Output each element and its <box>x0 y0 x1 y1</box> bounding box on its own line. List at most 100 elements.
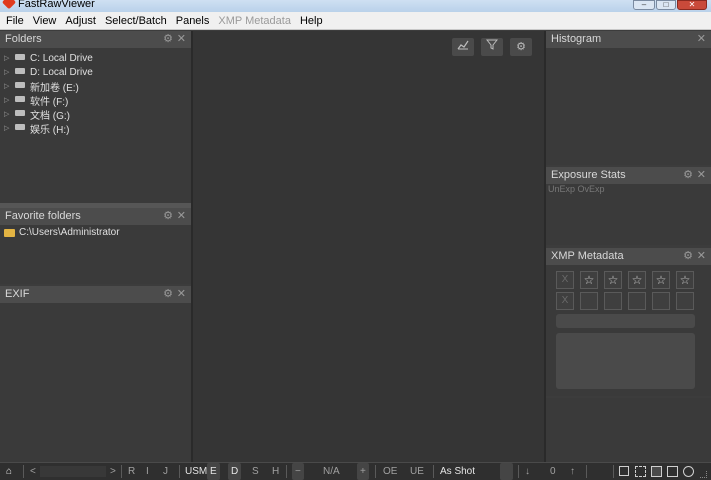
title-field[interactable] <box>556 314 695 328</box>
exposure-plus-button[interactable]: + <box>357 463 369 480</box>
star-icon[interactable]: ☆ <box>604 271 622 289</box>
h-toggle[interactable]: H <box>272 463 279 480</box>
tree-item-label: 文档 (G:) <box>30 110 70 122</box>
drive-icon <box>15 68 25 74</box>
tree-item[interactable]: ▷ C: Local Drive <box>4 51 93 65</box>
left-splitter[interactable] <box>191 31 193 462</box>
menu-help[interactable]: Help <box>300 15 323 27</box>
close-icon[interactable]: ✕ <box>177 286 186 303</box>
minimize-button[interactable]: – <box>633 0 655 10</box>
open-folder-icon[interactable]: ⌂ <box>6 463 12 480</box>
maximize-button[interactable]: □ <box>656 0 676 10</box>
e-toggle[interactable]: E <box>207 463 220 480</box>
tree-item-label: D: Local Drive <box>30 66 93 78</box>
expand-arrow-icon[interactable]: ▷ <box>4 110 15 118</box>
menu-adjust[interactable]: Adjust <box>65 15 96 27</box>
star-icon[interactable]: ☆ <box>676 271 694 289</box>
expand-arrow-icon[interactable]: ▷ <box>4 124 15 132</box>
star-icon[interactable]: ☆ <box>628 271 646 289</box>
favorites-title: Favorite folders <box>5 210 81 222</box>
color-label-box[interactable] <box>676 292 694 310</box>
gear-icon[interactable]: ⚙ <box>683 248 693 265</box>
tree-item[interactable]: ▷ 文档 (G:) <box>4 107 93 122</box>
clear-label-button[interactable]: X <box>556 292 574 310</box>
close-icon[interactable]: ✕ <box>177 208 186 225</box>
drive-icon <box>15 96 25 102</box>
menu-panels[interactable]: Panels <box>176 15 210 27</box>
tree-item[interactable]: ▷ 新加卷 (E:) <box>4 79 93 94</box>
i-button[interactable]: I <box>146 463 149 480</box>
close-button[interactable]: ✕ <box>677 0 707 10</box>
separator <box>121 465 122 478</box>
oe-toggle[interactable]: OE <box>383 463 397 480</box>
favorites-header: Favorite folders ⚙ ✕ <box>0 208 191 225</box>
menu-file[interactable]: File <box>6 15 24 27</box>
close-icon[interactable]: ✕ <box>697 31 706 48</box>
compare-icon[interactable] <box>667 466 678 477</box>
gear-icon[interactable]: ⚙ <box>163 286 173 303</box>
expand-arrow-icon[interactable]: ▷ <box>4 96 15 104</box>
color-label-box[interactable] <box>580 292 598 310</box>
separator <box>23 465 24 478</box>
reject-button[interactable]: X <box>556 271 574 289</box>
menu-select-batch[interactable]: Select/Batch <box>105 15 167 27</box>
d-toggle[interactable]: D <box>228 463 242 480</box>
expand-arrow-icon[interactable]: ▷ <box>4 68 15 76</box>
image-viewer-area[interactable]: ⚙ <box>193 31 544 462</box>
gear-icon[interactable]: ⚙ <box>510 38 532 56</box>
usm-toggle[interactable]: USM <box>185 463 207 480</box>
tree-item-label: 娱乐 (H:) <box>30 124 70 136</box>
j-button[interactable]: J <box>163 463 168 480</box>
file-nav-field[interactable] <box>40 466 106 477</box>
ovexp-label: OvExp <box>577 184 605 194</box>
zoom-icon[interactable] <box>651 466 662 477</box>
rotate-r-button[interactable]: R <box>128 463 135 480</box>
close-icon[interactable]: ✕ <box>697 167 706 184</box>
tree-item[interactable]: ▷ 娱乐 (H:) <box>4 121 93 136</box>
color-label-box[interactable] <box>628 292 646 310</box>
wb-picker-icon[interactable] <box>500 463 513 480</box>
menu-view[interactable]: View <box>33 15 57 27</box>
expand-arrow-icon[interactable]: ▷ <box>4 54 15 62</box>
prev-button[interactable]: < <box>30 463 36 480</box>
title-bar: FastRawViewer – □ ✕ <box>0 0 711 12</box>
overlay-icon[interactable] <box>683 466 694 477</box>
app-logo-icon <box>1 0 17 10</box>
separator <box>518 465 519 478</box>
favorite-item[interactable]: C:\Users\Administrator <box>4 227 120 238</box>
exposure-title: Exposure Stats <box>551 169 626 181</box>
star-icon[interactable]: ☆ <box>652 271 670 289</box>
chart-icon[interactable] <box>452 38 474 56</box>
drive-icon <box>15 82 25 88</box>
gear-icon[interactable]: ⚙ <box>163 208 173 225</box>
resize-grip-icon[interactable] <box>700 471 707 478</box>
exposure-minus-button[interactable]: − <box>292 463 304 480</box>
histogram-header: Histogram ✕ <box>546 31 711 48</box>
white-balance-select[interactable]: As Shot <box>440 463 475 480</box>
gear-icon[interactable]: ⚙ <box>163 31 173 48</box>
color-label-box[interactable] <box>604 292 622 310</box>
right-splitter[interactable] <box>544 31 546 462</box>
exif-title: EXIF <box>5 288 30 300</box>
close-icon[interactable]: ✕ <box>177 31 186 48</box>
expand-arrow-icon[interactable]: ▷ <box>4 82 15 90</box>
decrease-button[interactable]: ↓ <box>525 463 530 480</box>
ue-toggle[interactable]: UE <box>410 463 424 480</box>
tree-item[interactable]: ▷ 软件 (F:) <box>4 93 93 108</box>
next-button[interactable]: > <box>110 463 116 480</box>
description-field[interactable] <box>556 333 695 389</box>
color-label-box[interactable] <box>652 292 670 310</box>
close-icon[interactable]: ✕ <box>697 248 706 265</box>
star-icon[interactable]: ☆ <box>580 271 598 289</box>
exif-header: EXIF ⚙ ✕ <box>0 286 191 303</box>
s-toggle[interactable]: S <box>252 463 259 480</box>
menu-xmp-metadata[interactable]: XMP Metadata <box>218 15 291 27</box>
filter-icon[interactable] <box>481 38 503 56</box>
fullscreen-icon[interactable] <box>635 466 646 477</box>
tree-item[interactable]: ▷ D: Local Drive <box>4 65 93 79</box>
separator <box>586 465 587 478</box>
gear-icon[interactable]: ⚙ <box>683 167 693 184</box>
fit-view-icon[interactable] <box>619 466 629 476</box>
histogram-title: Histogram <box>551 33 602 45</box>
increase-button[interactable]: ↑ <box>570 463 575 480</box>
